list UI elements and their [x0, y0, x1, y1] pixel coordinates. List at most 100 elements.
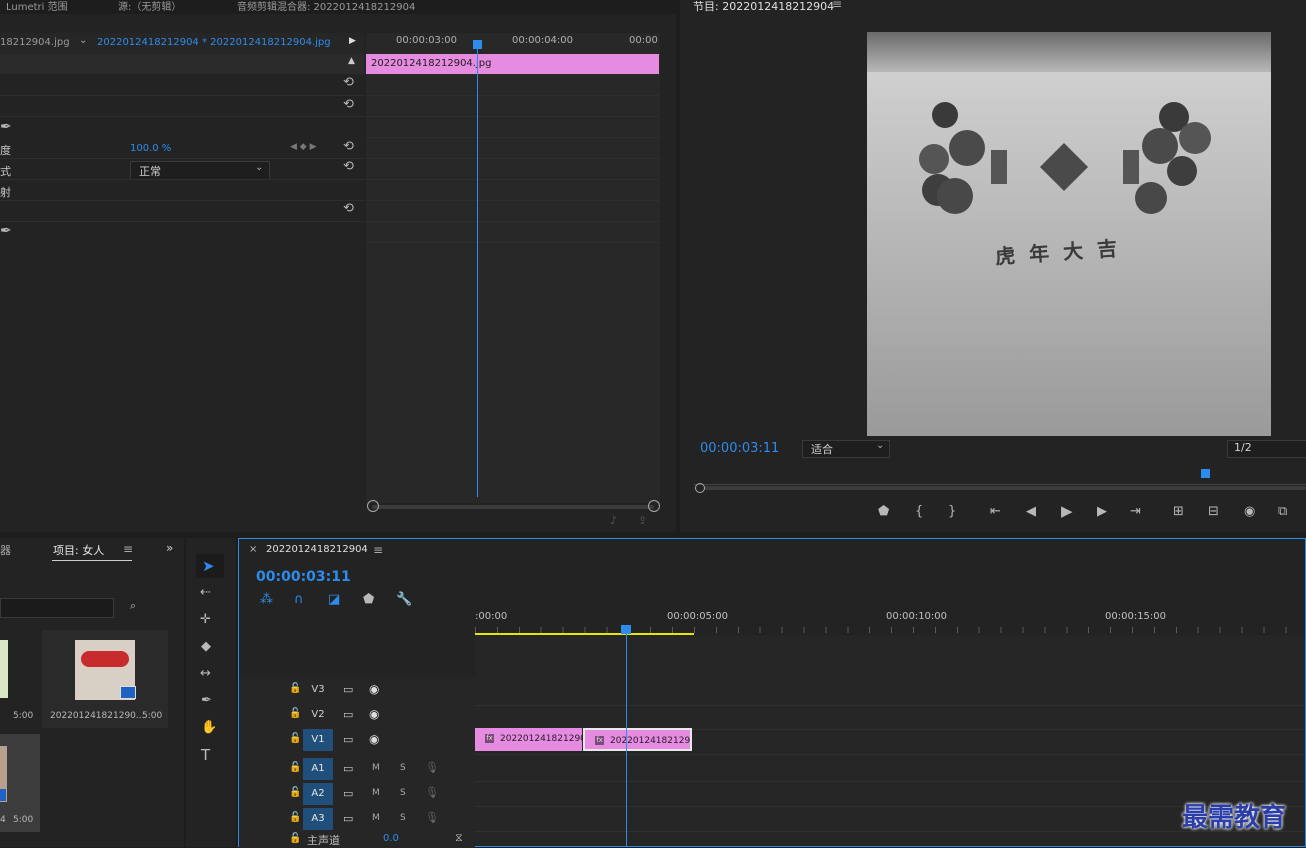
tab-audio-clip-mixer[interactable]: 音频剪辑混合器: 2022012418212904: [237, 0, 415, 13]
effect-clip-bar[interactable]: 2022012418212904.jpg: [366, 54, 659, 74]
menu-icon[interactable]: ≡: [832, 0, 842, 11]
track-label-v1[interactable]: V1: [303, 729, 333, 751]
master-volume[interactable]: 0.0: [383, 833, 399, 844]
pen-tool-icon[interactable]: ✒: [201, 694, 212, 708]
ripple-edit-tool-icon[interactable]: ✛: [200, 613, 211, 627]
lock-icon[interactable]: 🔓: [289, 833, 301, 844]
zoom-fit-select[interactable]: 适合 ⌄: [802, 440, 890, 458]
scroll-handle-left[interactable]: [367, 500, 379, 512]
reset-icon[interactable]: ⟲: [343, 202, 354, 216]
timeline-clip[interactable]: fx 202201241821290: [475, 728, 582, 751]
mute-button[interactable]: M: [372, 788, 380, 798]
pen-mask-icon[interactable]: ✒: [0, 224, 12, 238]
mic-icon[interactable]: 🎙: [425, 786, 439, 799]
play-icon[interactable]: ▶: [1061, 504, 1073, 519]
selection-tool-icon[interactable]: ➤: [202, 559, 215, 574]
toggle-sync-icon[interactable]: ▭: [343, 787, 353, 800]
solo-button[interactable]: S: [400, 813, 406, 823]
linked-selection-icon[interactable]: ◪: [328, 593, 340, 607]
lift-icon[interactable]: ⊞: [1173, 505, 1184, 519]
lock-icon[interactable]: 🔓: [289, 812, 301, 823]
program-video-frame[interactable]: 虎年大吉: [867, 32, 1271, 436]
scroll-handle-left[interactable]: [695, 483, 705, 493]
mute-button[interactable]: M: [372, 813, 380, 823]
blend-mode-select[interactable]: 正常 ⌄: [130, 161, 270, 180]
project-item[interactable]: 5:00: [0, 630, 40, 728]
solo-button[interactable]: S: [400, 763, 406, 773]
toggle-sync-icon[interactable]: ▭: [343, 733, 353, 746]
toggle-sync-icon[interactable]: ▭: [343, 683, 353, 696]
toggle-sync-icon[interactable]: ▭: [343, 812, 353, 825]
reset-icon[interactable]: ⟲: [343, 98, 354, 112]
work-area-bar[interactable]: [475, 633, 694, 635]
sequence-tab[interactable]: 2022012418212904: [266, 544, 368, 555]
lock-icon[interactable]: 🔓: [289, 787, 301, 798]
reset-icon[interactable]: ⟲: [343, 76, 354, 90]
button-editor-icon[interactable]: ⧉: [1278, 505, 1287, 519]
hand-tool-icon[interactable]: ✋: [201, 721, 217, 735]
playhead-marker[interactable]: [473, 40, 482, 49]
menu-icon[interactable]: ≡: [123, 542, 133, 556]
track-label-a3[interactable]: A3: [303, 808, 333, 830]
snap-icon[interactable]: ∩: [294, 593, 304, 607]
reset-icon[interactable]: ⟲: [343, 160, 354, 174]
audio-note-icon[interactable]: ♪: [610, 514, 617, 528]
expand-panels-icon[interactable]: »: [166, 541, 173, 555]
track-label-a2[interactable]: A2: [303, 783, 333, 805]
find-icon[interactable]: ⌕: [130, 599, 136, 613]
eye-icon[interactable]: ◉: [369, 682, 379, 696]
solo-button[interactable]: S: [400, 788, 406, 798]
export-icon[interactable]: ⇪: [638, 514, 647, 528]
lock-icon[interactable]: 🔓: [289, 708, 301, 719]
tab-project[interactable]: 项目: 女人: [53, 542, 104, 558]
clip-tab-active[interactable]: 2022012418212904 * 2022012418212904.jpg: [97, 37, 331, 48]
collapse-up-icon[interactable]: ▲: [348, 56, 355, 66]
camera-icon[interactable]: ◉: [1244, 505, 1255, 519]
pen-mask-icon[interactable]: ✒: [0, 120, 12, 134]
extract-icon[interactable]: ⊟: [1208, 505, 1219, 519]
scroll-handle-right[interactable]: [648, 500, 660, 512]
mic-icon[interactable]: 🎙: [425, 761, 439, 774]
eye-icon[interactable]: ◉: [369, 707, 379, 721]
wrench-icon[interactable]: 🔧: [396, 593, 412, 607]
playhead-marker[interactable]: [1201, 469, 1210, 478]
step-back-icon[interactable]: ◀: [1026, 505, 1036, 519]
nest-sequence-icon[interactable]: ⁂: [260, 593, 273, 607]
program-timecode[interactable]: 00:00:03:11: [700, 441, 779, 456]
go-to-out-icon[interactable]: ⇥: [1130, 505, 1141, 519]
track-select-tool-icon[interactable]: ⇠: [200, 586, 211, 600]
project-item[interactable]: 4 5:00: [0, 734, 40, 832]
track-label-v3[interactable]: V3: [303, 679, 333, 701]
razor-tool-icon[interactable]: ◆: [201, 640, 211, 654]
mic-icon[interactable]: 🎙: [425, 811, 439, 824]
keyframe-nav-icon[interactable]: ◀ ◆ ▶: [290, 142, 317, 152]
timeline-timecode[interactable]: 00:00:03:11: [256, 569, 351, 585]
track-label-v2[interactable]: V2: [303, 704, 333, 726]
chevron-down-icon[interactable]: ⌄: [79, 35, 87, 46]
mark-in-icon[interactable]: {: [915, 505, 923, 519]
tab-lumetri-scopes[interactable]: Lumetri 范围: [6, 0, 68, 13]
project-item[interactable]: 202201241821290... 5:00: [42, 630, 168, 728]
lock-icon[interactable]: 🔓: [289, 683, 301, 694]
clip-tab-source[interactable]: 18212904.jpg: [0, 37, 70, 48]
go-to-end-icon[interactable]: ⧖: [455, 831, 463, 845]
step-forward-icon[interactable]: ▶: [1097, 505, 1107, 519]
track-area[interactable]: :00:00 00:00:05:00 00:00:10:00 00:00:15:…: [475, 611, 1305, 846]
timeline-clip-selected[interactable]: fx 20220124182129: [583, 728, 692, 751]
slip-tool-icon[interactable]: ↔: [200, 667, 211, 681]
tab-media-browser[interactable]: 器: [0, 542, 11, 558]
eye-icon[interactable]: ◉: [369, 732, 379, 746]
add-marker-icon[interactable]: ⬟: [878, 505, 889, 519]
project-search-input[interactable]: [0, 598, 114, 618]
toggle-sync-icon[interactable]: ▭: [343, 762, 353, 775]
program-scrollbar[interactable]: [704, 486, 1306, 490]
track-label-a1[interactable]: A1: [303, 758, 333, 780]
go-to-in-icon[interactable]: ⇤: [990, 505, 1001, 519]
tab-source-monitor[interactable]: 源:（无剪辑）: [118, 0, 181, 13]
resolution-select[interactable]: 1/2: [1227, 440, 1306, 458]
mark-out-icon[interactable]: }: [948, 505, 956, 519]
opacity-value[interactable]: 100.0 %: [130, 143, 171, 154]
toggle-sync-icon[interactable]: ▭: [343, 708, 353, 721]
lock-icon[interactable]: 🔓: [289, 762, 301, 773]
add-marker-icon[interactable]: ⬟: [363, 593, 374, 607]
